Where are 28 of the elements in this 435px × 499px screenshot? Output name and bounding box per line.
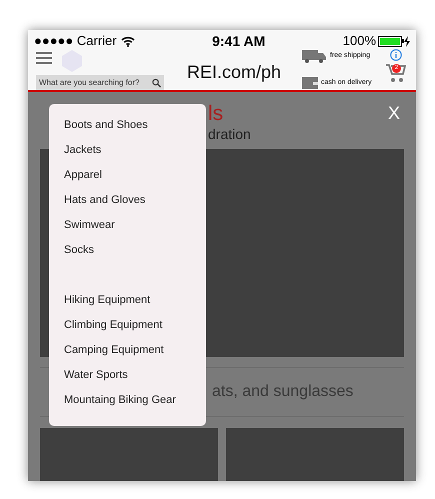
menu-item[interactable]: Socks [49, 238, 206, 263]
battery-label: 100% [342, 32, 376, 50]
close-button[interactable]: X [388, 104, 400, 124]
clock-label: 9:41 AM [212, 32, 266, 50]
wallet-icon [302, 77, 318, 89]
menu-item[interactable]: Boots and Shoes [49, 113, 206, 138]
wifi-icon [120, 36, 135, 46]
section-heading: ats, and sunglasses [212, 382, 354, 402]
search-field[interactable]: What are you searching for? [36, 75, 164, 90]
menu-item[interactable]: Mountaing Biking Gear [49, 388, 206, 413]
page-title: ls [208, 104, 224, 124]
menu-icon[interactable] [36, 52, 52, 64]
menu-item[interactable]: Hiking Equipment [49, 288, 206, 313]
battery-icon [378, 36, 410, 46]
menu-item[interactable]: Climbing Equipment [49, 313, 206, 338]
cart-icon[interactable] [386, 63, 406, 83]
truck-icon [302, 50, 327, 63]
carrier-label: ●●●●● Carrier [34, 32, 117, 50]
menu-item[interactable]: Jackets [49, 138, 206, 163]
menu-item[interactable]: Hats and Gloves [49, 188, 206, 213]
menu-item[interactable]: Swimwear [49, 213, 206, 238]
site-title: REI.com/ph [186, 61, 282, 84]
menu-item[interactable]: Apparel [49, 163, 206, 188]
search-icon[interactable] [152, 78, 161, 88]
info-icon[interactable] [390, 49, 402, 61]
menu-item[interactable]: Water Sports [49, 363, 206, 388]
page-subtitle: dration [208, 125, 251, 144]
menu-item[interactable]: Camping Equipment [49, 338, 206, 363]
